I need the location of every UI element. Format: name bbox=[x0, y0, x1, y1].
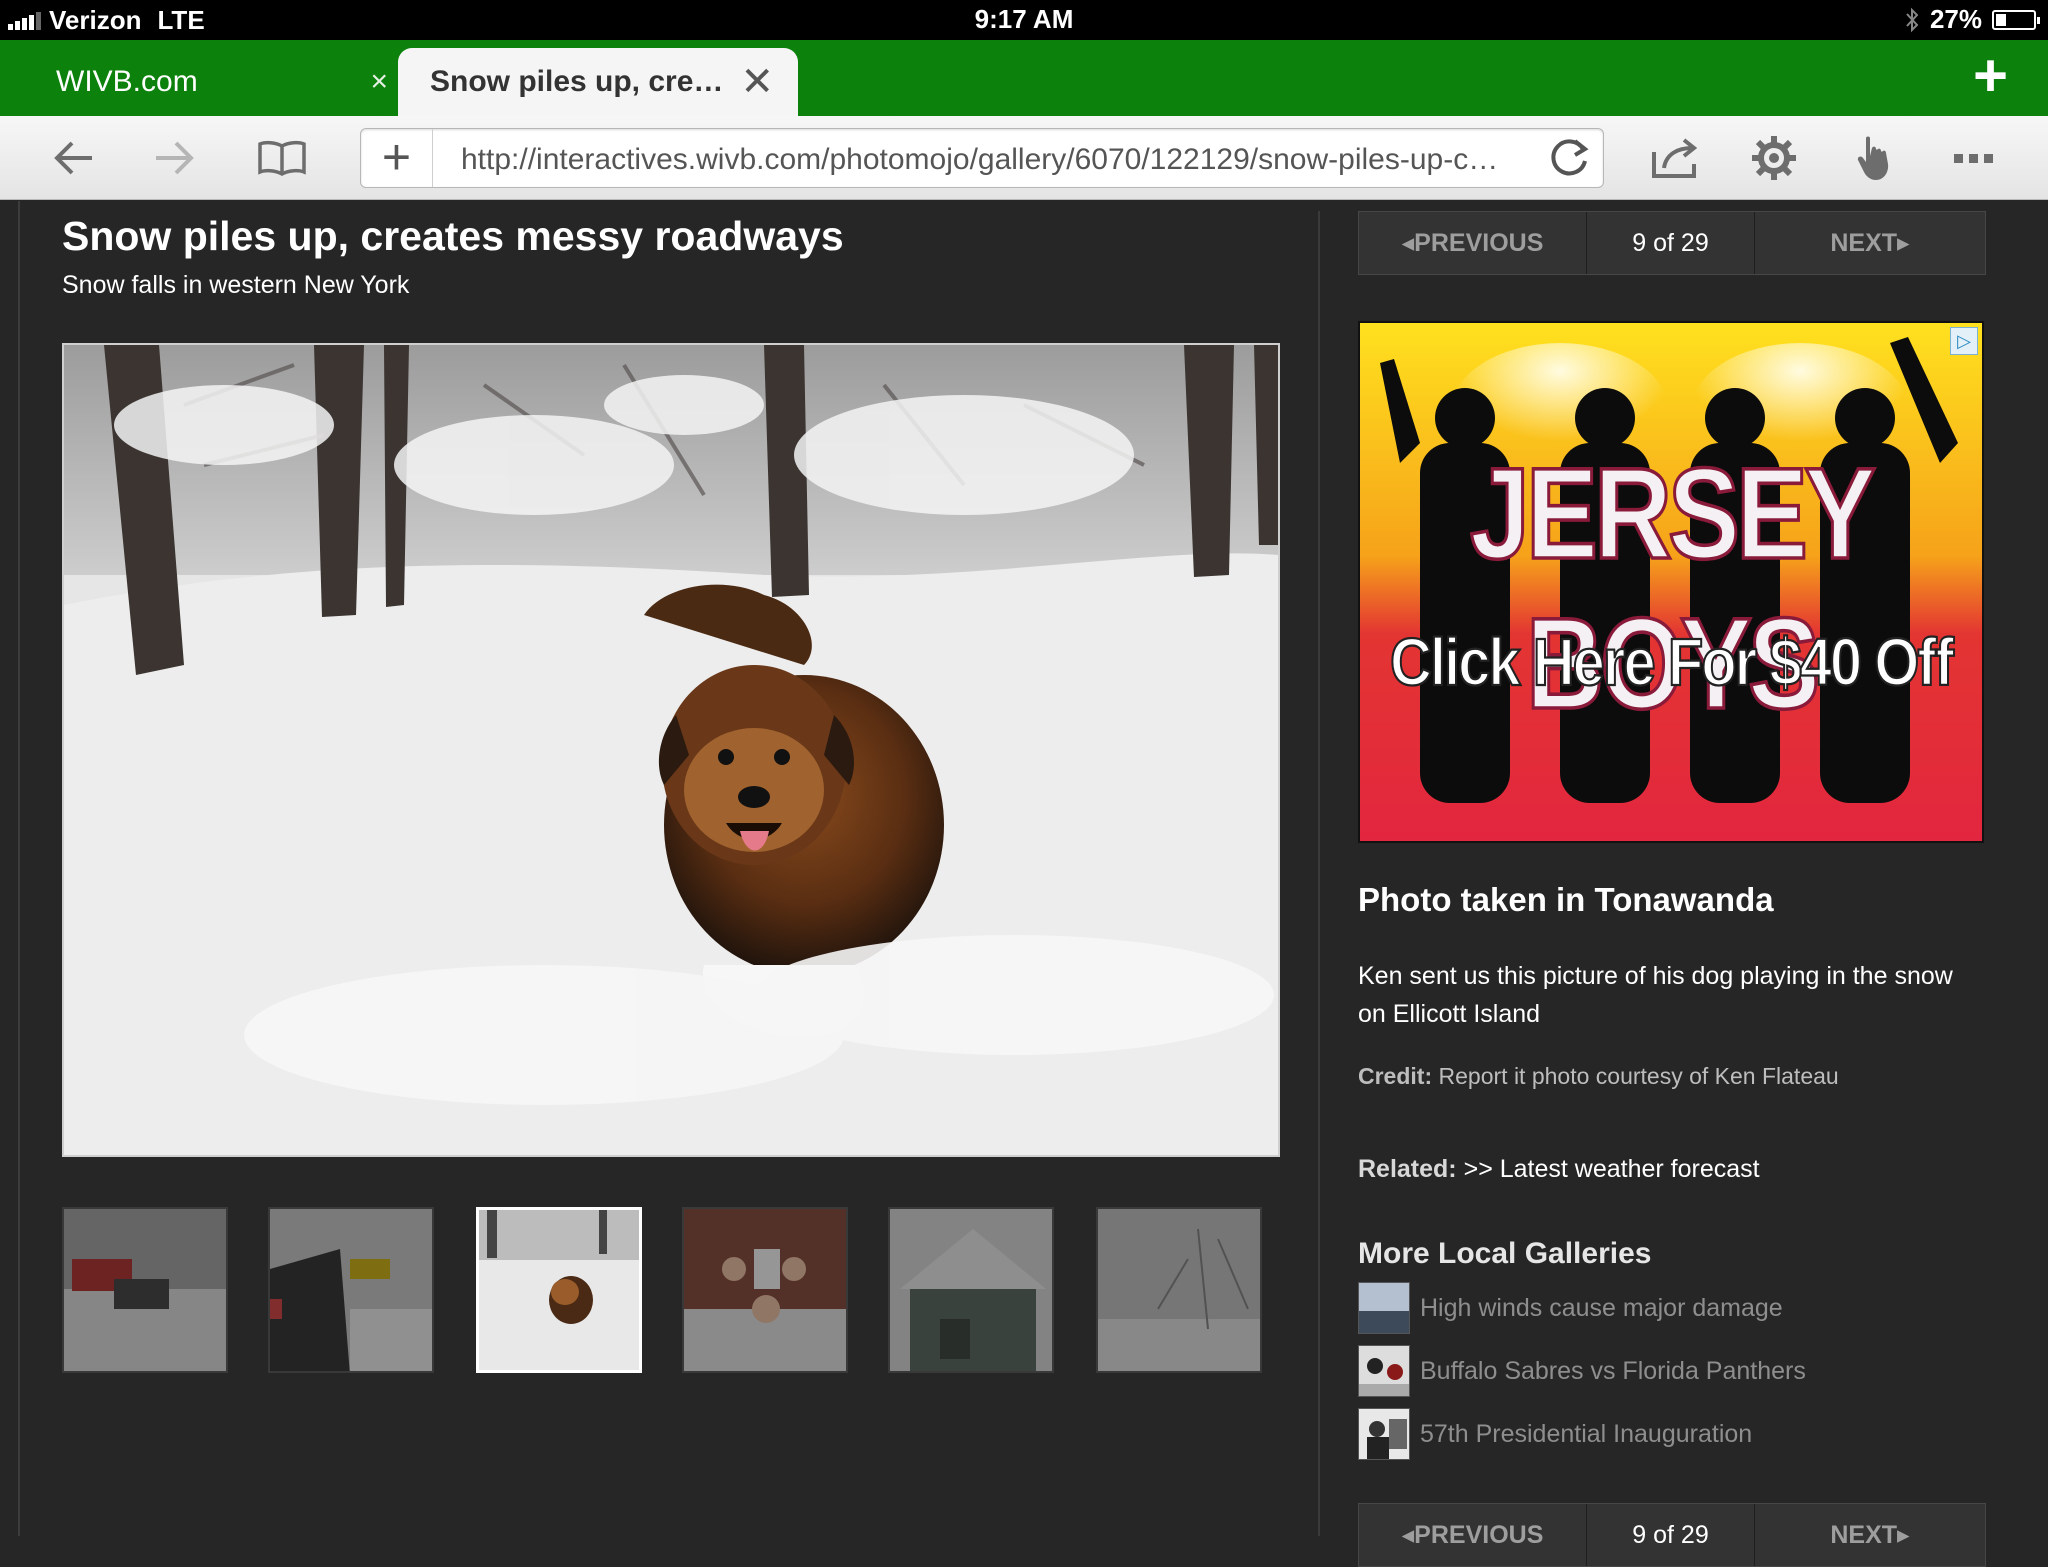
back-arrow-icon[interactable] bbox=[48, 132, 100, 184]
gallery-pager-bottom: ◂PREVIOUS 9 of 29 NEXT▸ bbox=[1358, 1503, 1986, 1567]
gallery-link-label: 57th Presidential Inauguration bbox=[1420, 1419, 1753, 1448]
battery-icon bbox=[1992, 9, 2040, 30]
photo-counter: 9 of 29 bbox=[1587, 1504, 1755, 1566]
close-tab-icon[interactable]: ✕ bbox=[740, 59, 774, 105]
browser-toolbar: + http://interactives.wivb.com/photomojo… bbox=[0, 116, 2048, 200]
thumbnail-current[interactable] bbox=[476, 1207, 642, 1373]
gallery-subtitle: Snow falls in western New York bbox=[62, 271, 410, 299]
web-page: Snow piles up, creates messy roadways Sn… bbox=[0, 201, 2048, 1567]
next-button[interactable]: NEXT▸ bbox=[1755, 212, 1985, 274]
tab-label: WIVB.com bbox=[56, 65, 198, 98]
thumbnail[interactable] bbox=[888, 1207, 1054, 1373]
gallery-title: Snow piles up, creates messy roadways bbox=[62, 213, 844, 259]
tab-snow-piles[interactable]: Snow piles up, cre… ✕ bbox=[398, 48, 798, 116]
previous-button[interactable]: ◂PREVIOUS bbox=[1359, 1504, 1587, 1566]
bluetooth-icon bbox=[1906, 7, 1919, 32]
jersey-boys-ad[interactable]: JERSEY BOYS Click Here For $40 Off ▷ bbox=[1358, 321, 1984, 843]
previous-button[interactable]: ◂PREVIOUS bbox=[1359, 212, 1587, 274]
main-photo[interactable] bbox=[62, 343, 1280, 1157]
add-bookmark-button[interactable]: + bbox=[361, 129, 433, 187]
photo-title: Photo taken in Tonawanda bbox=[1358, 881, 1774, 918]
weather-forecast-link[interactable]: >> Latest weather forecast bbox=[1464, 1155, 1760, 1183]
settings-gear-icon[interactable] bbox=[1748, 132, 1800, 184]
credit-label: Credit: bbox=[1358, 1063, 1433, 1089]
gallery-thumbnail bbox=[1358, 1345, 1410, 1397]
thumbnail[interactable] bbox=[1096, 1207, 1262, 1373]
photo-counter: 9 of 29 bbox=[1587, 212, 1755, 274]
gallery-link[interactable]: 57th Presidential Inauguration bbox=[1358, 1407, 1752, 1461]
status-bar: Verizon LTE 9:17 AM 27% bbox=[0, 0, 2048, 40]
tab-label: Snow piles up, cre… bbox=[430, 65, 724, 98]
gallery-pager: ◂PREVIOUS 9 of 29 NEXT▸ bbox=[1358, 211, 1986, 275]
more-dots-icon[interactable] bbox=[1948, 132, 2000, 184]
new-tab-button[interactable]: + bbox=[1973, 46, 2008, 106]
gallery-link-label: Buffalo Sabres vs Florida Panthers bbox=[1420, 1356, 1806, 1385]
tab-strip: WIVB.com × Snow piles up, cre… ✕ + bbox=[0, 40, 2048, 116]
related-label: Related: bbox=[1358, 1155, 1457, 1183]
close-tab-icon[interactable]: × bbox=[370, 65, 388, 99]
reload-icon[interactable] bbox=[1547, 133, 1591, 190]
forward-arrow-icon[interactable] bbox=[148, 132, 200, 184]
address-bar[interactable]: + http://interactives.wivb.com/photomojo… bbox=[360, 128, 1604, 188]
next-button[interactable]: NEXT▸ bbox=[1755, 1504, 1985, 1566]
credit-text: Report it photo courtesy of Ken Flateau bbox=[1438, 1063, 1839, 1089]
thumbnail[interactable] bbox=[62, 1207, 228, 1373]
share-icon[interactable] bbox=[1650, 132, 1702, 184]
thumbnail[interactable] bbox=[682, 1207, 848, 1373]
gallery-thumbnail bbox=[1358, 1282, 1410, 1334]
ad-offer: Click Here For $40 Off bbox=[1389, 624, 1955, 701]
url-text[interactable]: http://interactives.wivb.com/photomojo/g… bbox=[461, 143, 1501, 177]
tab-wivb[interactable]: WIVB.com × bbox=[0, 48, 400, 116]
photo-credit: Credit: Report it photo courtesy of Ken … bbox=[1358, 1063, 1839, 1090]
thumbnail[interactable] bbox=[268, 1207, 434, 1373]
bookmarks-book-icon[interactable] bbox=[256, 132, 308, 184]
gallery-link[interactable]: High winds cause major damage bbox=[1358, 1281, 1783, 1335]
ad-choices-icon[interactable]: ▷ bbox=[1950, 327, 1978, 355]
gallery-thumbnail bbox=[1358, 1408, 1410, 1460]
thumbnail-strip bbox=[62, 1207, 1262, 1373]
clock: 9:17 AM bbox=[974, 4, 1074, 34]
gallery-link[interactable]: Buffalo Sabres vs Florida Panthers bbox=[1358, 1344, 1806, 1398]
more-galleries-heading: More Local Galleries bbox=[1358, 1237, 1652, 1270]
photo-caption: Ken sent us this picture of his dog play… bbox=[1358, 962, 1953, 1028]
related-links: Related: >> Latest weather forecast bbox=[1358, 1155, 1760, 1184]
column-divider bbox=[1318, 211, 1320, 1536]
touch-hand-icon[interactable] bbox=[1850, 132, 1902, 184]
page-left-border bbox=[18, 201, 20, 1536]
battery-percent: 27% bbox=[1929, 4, 1982, 34]
gallery-link-label: High winds cause major damage bbox=[1420, 1293, 1783, 1322]
